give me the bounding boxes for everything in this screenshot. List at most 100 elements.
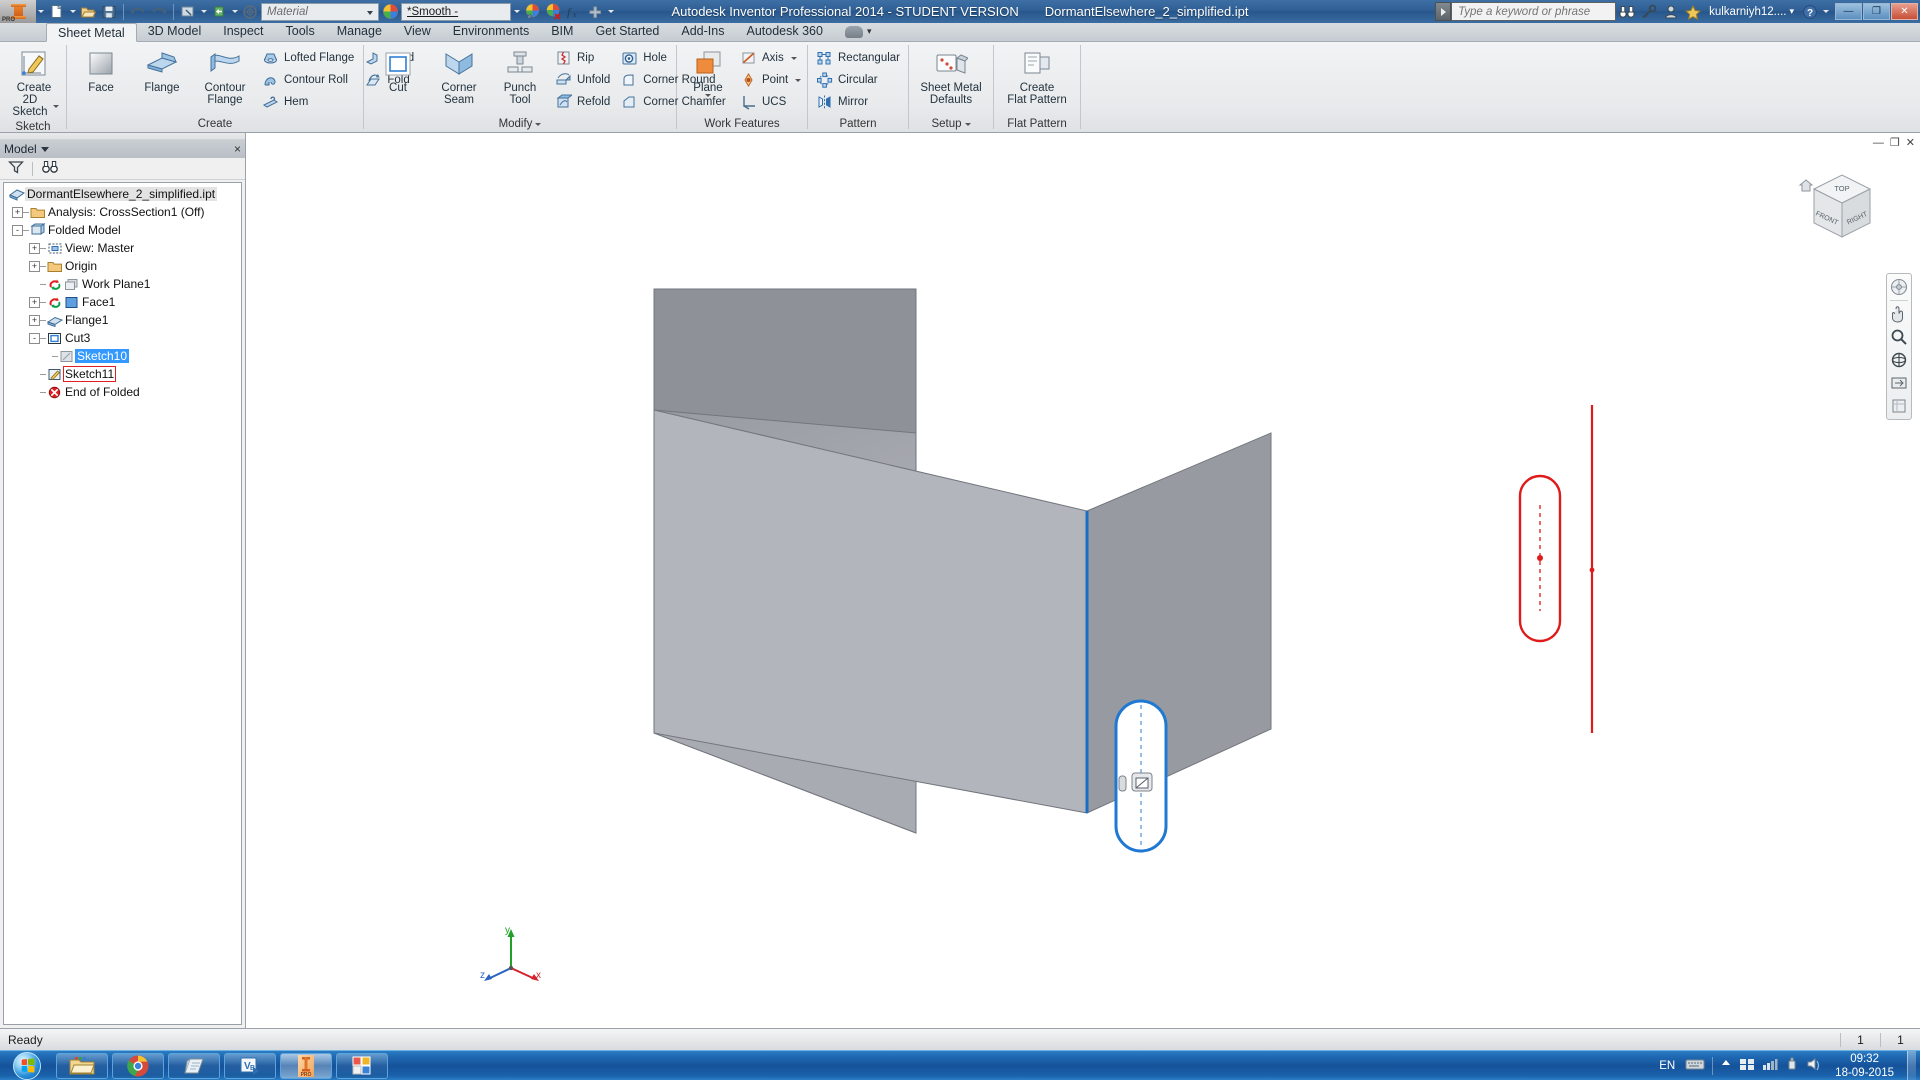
tree-item-cut-3[interactable]: - Cut3	[4, 329, 241, 347]
browser-header-left[interactable]: Model	[4, 142, 49, 156]
appearance-combo-arrow-icon[interactable]	[512, 2, 521, 22]
full-navigation-wheel-icon[interactable]	[1889, 277, 1909, 297]
view-cube[interactable]: TOP FRONT RIGHT	[1792, 163, 1878, 249]
tree-item-work-plane-1[interactable]: Work Plane1	[4, 275, 241, 293]
minimize-button[interactable]: —	[1835, 3, 1862, 20]
work-plane-button[interactable]: Plane	[682, 46, 734, 99]
sketch-center-point[interactable]	[1537, 555, 1543, 561]
tray-language[interactable]: EN	[1656, 1060, 1678, 1072]
tree-expander[interactable]: -	[29, 332, 40, 344]
user-account[interactable]: kulkarniyh12.... ▾	[1704, 2, 1799, 21]
tree-item-flange-1[interactable]: + Flange1	[4, 311, 241, 329]
unfold-button[interactable]: Unfold	[552, 70, 615, 90]
return-icon[interactable]	[209, 2, 229, 22]
open-document-icon[interactable]	[78, 2, 98, 22]
key-icon[interactable]	[1638, 1, 1660, 22]
create-2d-sketch-dropdown-icon[interactable]	[53, 104, 59, 108]
tab-add-ins[interactable]: Add-Ins	[670, 22, 735, 41]
start-button[interactable]	[0, 1051, 54, 1080]
filter-icon[interactable]	[7, 160, 24, 177]
appearance-combo[interactable]: *Smooth -	[401, 2, 511, 21]
return-caret-icon[interactable]	[230, 2, 239, 22]
rip-button[interactable]: Rip	[552, 48, 615, 68]
tree-expander[interactable]: +	[29, 260, 40, 272]
tree-expander[interactable]: +	[29, 314, 40, 326]
create-2d-sketch-button[interactable]: Create 2D Sketch	[5, 46, 63, 120]
save-document-icon[interactable]	[99, 2, 119, 22]
update-icon[interactable]	[240, 2, 260, 22]
tab-autodesk-360[interactable]: Autodesk 360	[735, 22, 833, 41]
tree-expander[interactable]: +	[12, 206, 23, 218]
refold-button[interactable]: Refold	[552, 92, 615, 112]
orbit-icon[interactable]	[1889, 350, 1909, 370]
binoculars-icon[interactable]	[1616, 1, 1638, 22]
pan-icon[interactable]	[1889, 304, 1909, 324]
appearance-icon[interactable]	[522, 2, 542, 22]
look-at-icon[interactable]	[1889, 373, 1909, 393]
new-document-icon[interactable]	[47, 2, 67, 22]
customize-caret-icon[interactable]	[606, 2, 615, 22]
work-point-dropdown-icon[interactable]	[795, 78, 802, 82]
tree-item-part-file[interactable]: DormantElsewhere_2_simplified.ipt	[4, 185, 241, 203]
taskbar-item-notepad[interactable]	[168, 1052, 220, 1079]
binoculars-icon[interactable]	[41, 160, 59, 177]
tab-manage[interactable]: Manage	[326, 22, 393, 41]
usb-icon[interactable]	[1785, 1057, 1799, 1074]
chevron-down-icon[interactable]	[40, 146, 49, 152]
tree-item-view-master[interactable]: + View: Master	[4, 239, 241, 257]
sheet-metal-model[interactable]	[247, 133, 1920, 1028]
keyboard-icon[interactable]	[1685, 1057, 1705, 1074]
tree-item-face-1[interactable]: + Face1	[4, 293, 241, 311]
show-hidden-icon[interactable]	[1720, 1058, 1732, 1073]
work-point-button[interactable]: Point	[737, 70, 806, 90]
panel-title-setup[interactable]: Setup	[909, 117, 993, 132]
redo-icon[interactable]	[149, 2, 169, 22]
material-browser-icon[interactable]	[380, 2, 400, 22]
zoom-icon[interactable]	[1889, 327, 1909, 347]
tree-item-origin[interactable]: + Origin	[4, 257, 241, 275]
star-icon[interactable]	[1682, 1, 1704, 22]
cloud-status[interactable]: ▾	[834, 22, 883, 41]
taskbar-item-windows-explorer[interactable]	[56, 1052, 108, 1079]
select-icon[interactable]	[178, 2, 198, 22]
search-input[interactable]: Type a keyword or phrase	[1451, 2, 1617, 21]
face-button[interactable]: Face	[72, 46, 130, 96]
taskbar-item-google-chrome[interactable]	[112, 1052, 164, 1079]
corner-seam-button[interactable]: Corner Seam	[430, 46, 488, 108]
tab-inspect[interactable]: Inspect	[212, 22, 274, 41]
taskbar-item-microsoft-office[interactable]	[336, 1052, 388, 1079]
lofted-flange-button[interactable]: Lofted Flange	[259, 48, 359, 68]
contour-roll-button[interactable]: Contour Roll	[259, 70, 359, 90]
punch-tool-button[interactable]: Punch Tool	[491, 46, 549, 108]
browser-grip[interactable]	[0, 133, 245, 140]
close-button[interactable]: ✕	[1891, 3, 1918, 20]
help-icon[interactable]: ?	[1799, 1, 1821, 22]
tab-tools[interactable]: Tools	[275, 22, 326, 41]
tree-item-folded-model[interactable]: - Folded Model	[4, 221, 241, 239]
work-axis-button[interactable]: Axis	[737, 48, 806, 68]
create-flat-pattern-button[interactable]: Create Flat Pattern	[999, 46, 1075, 108]
infocenter-expand-icon[interactable]	[1435, 2, 1452, 21]
network-icon[interactable]	[1762, 1057, 1778, 1074]
sketch-drag-handle[interactable]	[1118, 775, 1127, 792]
new-document-caret-icon[interactable]	[68, 2, 77, 22]
contour-flange-button[interactable]: Contour Flange	[194, 46, 256, 108]
work-axis-dropdown-icon[interactable]	[790, 56, 797, 60]
person-icon[interactable]	[1660, 1, 1682, 22]
tab-get-started[interactable]: Get Started	[584, 22, 670, 41]
model-tree[interactable]: DormantElsewhere_2_simplified.ipt + Anal…	[3, 182, 242, 1025]
tab-environments[interactable]: Environments	[442, 22, 540, 41]
tab-view[interactable]: View	[393, 22, 442, 41]
mirror-button[interactable]: Mirror	[813, 92, 905, 112]
show-desktop-button[interactable]	[1907, 1050, 1916, 1080]
parameters-fx-icon[interactable]: fx	[564, 2, 584, 22]
clear-appearance-icon[interactable]	[543, 2, 563, 22]
circular-pattern-button[interactable]: Circular	[813, 70, 905, 90]
tab-3d-model[interactable]: 3D Model	[137, 22, 213, 41]
tree-expander[interactable]: +	[29, 296, 40, 308]
volume-icon[interactable]	[1806, 1057, 1822, 1074]
tree-expander[interactable]: -	[12, 224, 23, 236]
taskbar-item-visual-basic[interactable]: VB	[224, 1052, 276, 1079]
sheet-metal-defaults-button[interactable]: Sheet Metal Defaults	[914, 46, 988, 108]
application-button[interactable]: PRO	[0, 0, 36, 23]
